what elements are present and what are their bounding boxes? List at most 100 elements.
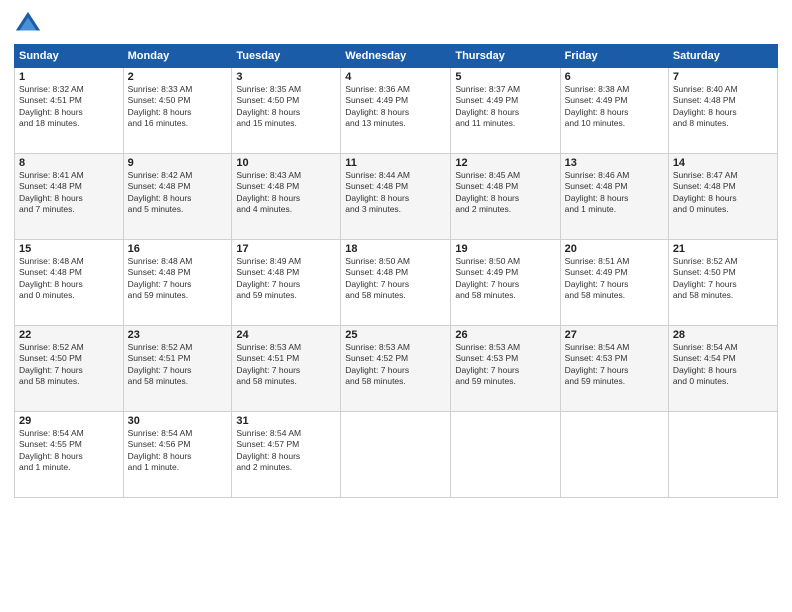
- calendar-cell: 11Sunrise: 8:44 AM Sunset: 4:48 PM Dayli…: [341, 154, 451, 240]
- day-number: 3: [236, 71, 336, 83]
- day-info: Sunrise: 8:48 AM Sunset: 4:48 PM Dayligh…: [19, 256, 119, 302]
- day-number: 16: [128, 243, 228, 255]
- day-info: Sunrise: 8:52 AM Sunset: 4:51 PM Dayligh…: [128, 342, 228, 388]
- week-row-1: 1Sunrise: 8:32 AM Sunset: 4:51 PM Daylig…: [15, 68, 778, 154]
- calendar-cell: 2Sunrise: 8:33 AM Sunset: 4:50 PM Daylig…: [123, 68, 232, 154]
- day-of-week-wednesday: Wednesday: [341, 45, 451, 68]
- calendar-cell: 23Sunrise: 8:52 AM Sunset: 4:51 PM Dayli…: [123, 326, 232, 412]
- calendar-cell: 18Sunrise: 8:50 AM Sunset: 4:48 PM Dayli…: [341, 240, 451, 326]
- day-info: Sunrise: 8:40 AM Sunset: 4:48 PM Dayligh…: [673, 84, 773, 130]
- day-of-week-thursday: Thursday: [451, 45, 560, 68]
- day-info: Sunrise: 8:54 AM Sunset: 4:54 PM Dayligh…: [673, 342, 773, 388]
- day-info: Sunrise: 8:45 AM Sunset: 4:48 PM Dayligh…: [455, 170, 555, 216]
- calendar-cell: 17Sunrise: 8:49 AM Sunset: 4:48 PM Dayli…: [232, 240, 341, 326]
- day-info: Sunrise: 8:53 AM Sunset: 4:53 PM Dayligh…: [455, 342, 555, 388]
- logo: [14, 10, 46, 38]
- day-number: 30: [128, 415, 228, 427]
- week-row-3: 15Sunrise: 8:48 AM Sunset: 4:48 PM Dayli…: [15, 240, 778, 326]
- calendar-cell: 16Sunrise: 8:48 AM Sunset: 4:48 PM Dayli…: [123, 240, 232, 326]
- day-number: 7: [673, 71, 773, 83]
- calendar-cell: 19Sunrise: 8:50 AM Sunset: 4:49 PM Dayli…: [451, 240, 560, 326]
- day-number: 21: [673, 243, 773, 255]
- week-row-2: 8Sunrise: 8:41 AM Sunset: 4:48 PM Daylig…: [15, 154, 778, 240]
- calendar-cell: 14Sunrise: 8:47 AM Sunset: 4:48 PM Dayli…: [668, 154, 777, 240]
- day-number: 18: [345, 243, 446, 255]
- calendar-cell: 26Sunrise: 8:53 AM Sunset: 4:53 PM Dayli…: [451, 326, 560, 412]
- calendar-cell: 28Sunrise: 8:54 AM Sunset: 4:54 PM Dayli…: [668, 326, 777, 412]
- day-number: 6: [565, 71, 664, 83]
- day-number: 8: [19, 157, 119, 169]
- calendar-cell: 3Sunrise: 8:35 AM Sunset: 4:50 PM Daylig…: [232, 68, 341, 154]
- week-row-4: 22Sunrise: 8:52 AM Sunset: 4:50 PM Dayli…: [15, 326, 778, 412]
- calendar-cell: 27Sunrise: 8:54 AM Sunset: 4:53 PM Dayli…: [560, 326, 668, 412]
- day-info: Sunrise: 8:48 AM Sunset: 4:48 PM Dayligh…: [128, 256, 228, 302]
- day-info: Sunrise: 8:37 AM Sunset: 4:49 PM Dayligh…: [455, 84, 555, 130]
- day-number: 17: [236, 243, 336, 255]
- logo-icon: [14, 10, 42, 38]
- day-of-week-saturday: Saturday: [668, 45, 777, 68]
- day-number: 9: [128, 157, 228, 169]
- day-number: 1: [19, 71, 119, 83]
- day-number: 10: [236, 157, 336, 169]
- day-info: Sunrise: 8:52 AM Sunset: 4:50 PM Dayligh…: [673, 256, 773, 302]
- day-number: 29: [19, 415, 119, 427]
- week-row-5: 29Sunrise: 8:54 AM Sunset: 4:55 PM Dayli…: [15, 412, 778, 498]
- calendar-cell: 5Sunrise: 8:37 AM Sunset: 4:49 PM Daylig…: [451, 68, 560, 154]
- calendar-cell: 8Sunrise: 8:41 AM Sunset: 4:48 PM Daylig…: [15, 154, 124, 240]
- day-info: Sunrise: 8:53 AM Sunset: 4:51 PM Dayligh…: [236, 342, 336, 388]
- day-info: Sunrise: 8:32 AM Sunset: 4:51 PM Dayligh…: [19, 84, 119, 130]
- day-number: 19: [455, 243, 555, 255]
- calendar-cell: 25Sunrise: 8:53 AM Sunset: 4:52 PM Dayli…: [341, 326, 451, 412]
- calendar-cell: 9Sunrise: 8:42 AM Sunset: 4:48 PM Daylig…: [123, 154, 232, 240]
- day-info: Sunrise: 8:36 AM Sunset: 4:49 PM Dayligh…: [345, 84, 446, 130]
- calendar-cell: 12Sunrise: 8:45 AM Sunset: 4:48 PM Dayli…: [451, 154, 560, 240]
- day-info: Sunrise: 8:54 AM Sunset: 4:55 PM Dayligh…: [19, 428, 119, 474]
- calendar-body: 1Sunrise: 8:32 AM Sunset: 4:51 PM Daylig…: [15, 68, 778, 498]
- day-info: Sunrise: 8:50 AM Sunset: 4:48 PM Dayligh…: [345, 256, 446, 302]
- day-info: Sunrise: 8:50 AM Sunset: 4:49 PM Dayligh…: [455, 256, 555, 302]
- day-info: Sunrise: 8:43 AM Sunset: 4:48 PM Dayligh…: [236, 170, 336, 216]
- calendar: SundayMondayTuesdayWednesdayThursdayFrid…: [14, 44, 778, 498]
- calendar-cell: 4Sunrise: 8:36 AM Sunset: 4:49 PM Daylig…: [341, 68, 451, 154]
- day-number: 2: [128, 71, 228, 83]
- day-number: 23: [128, 329, 228, 341]
- calendar-cell: 24Sunrise: 8:53 AM Sunset: 4:51 PM Dayli…: [232, 326, 341, 412]
- day-number: 15: [19, 243, 119, 255]
- day-info: Sunrise: 8:42 AM Sunset: 4:48 PM Dayligh…: [128, 170, 228, 216]
- day-number: 27: [565, 329, 664, 341]
- day-info: Sunrise: 8:41 AM Sunset: 4:48 PM Dayligh…: [19, 170, 119, 216]
- day-info: Sunrise: 8:44 AM Sunset: 4:48 PM Dayligh…: [345, 170, 446, 216]
- day-info: Sunrise: 8:49 AM Sunset: 4:48 PM Dayligh…: [236, 256, 336, 302]
- page: SundayMondayTuesdayWednesdayThursdayFrid…: [0, 0, 792, 612]
- day-info: Sunrise: 8:47 AM Sunset: 4:48 PM Dayligh…: [673, 170, 773, 216]
- calendar-cell: 20Sunrise: 8:51 AM Sunset: 4:49 PM Dayli…: [560, 240, 668, 326]
- day-info: Sunrise: 8:54 AM Sunset: 4:56 PM Dayligh…: [128, 428, 228, 474]
- day-info: Sunrise: 8:35 AM Sunset: 4:50 PM Dayligh…: [236, 84, 336, 130]
- day-number: 12: [455, 157, 555, 169]
- day-info: Sunrise: 8:54 AM Sunset: 4:57 PM Dayligh…: [236, 428, 336, 474]
- calendar-cell: 29Sunrise: 8:54 AM Sunset: 4:55 PM Dayli…: [15, 412, 124, 498]
- day-of-week-tuesday: Tuesday: [232, 45, 341, 68]
- calendar-cell: 1Sunrise: 8:32 AM Sunset: 4:51 PM Daylig…: [15, 68, 124, 154]
- calendar-cell: 21Sunrise: 8:52 AM Sunset: 4:50 PM Dayli…: [668, 240, 777, 326]
- day-info: Sunrise: 8:38 AM Sunset: 4:49 PM Dayligh…: [565, 84, 664, 130]
- day-info: Sunrise: 8:46 AM Sunset: 4:48 PM Dayligh…: [565, 170, 664, 216]
- calendar-cell: 15Sunrise: 8:48 AM Sunset: 4:48 PM Dayli…: [15, 240, 124, 326]
- header-row: SundayMondayTuesdayWednesdayThursdayFrid…: [15, 45, 778, 68]
- day-number: 26: [455, 329, 555, 341]
- calendar-header: SundayMondayTuesdayWednesdayThursdayFrid…: [15, 45, 778, 68]
- calendar-cell: 22Sunrise: 8:52 AM Sunset: 4:50 PM Dayli…: [15, 326, 124, 412]
- day-of-week-sunday: Sunday: [15, 45, 124, 68]
- day-of-week-friday: Friday: [560, 45, 668, 68]
- day-number: 5: [455, 71, 555, 83]
- day-number: 14: [673, 157, 773, 169]
- calendar-cell: 10Sunrise: 8:43 AM Sunset: 4:48 PM Dayli…: [232, 154, 341, 240]
- day-info: Sunrise: 8:54 AM Sunset: 4:53 PM Dayligh…: [565, 342, 664, 388]
- day-info: Sunrise: 8:53 AM Sunset: 4:52 PM Dayligh…: [345, 342, 446, 388]
- day-number: 24: [236, 329, 336, 341]
- day-number: 31: [236, 415, 336, 427]
- calendar-cell: [451, 412, 560, 498]
- calendar-cell: 13Sunrise: 8:46 AM Sunset: 4:48 PM Dayli…: [560, 154, 668, 240]
- calendar-cell: 7Sunrise: 8:40 AM Sunset: 4:48 PM Daylig…: [668, 68, 777, 154]
- day-number: 22: [19, 329, 119, 341]
